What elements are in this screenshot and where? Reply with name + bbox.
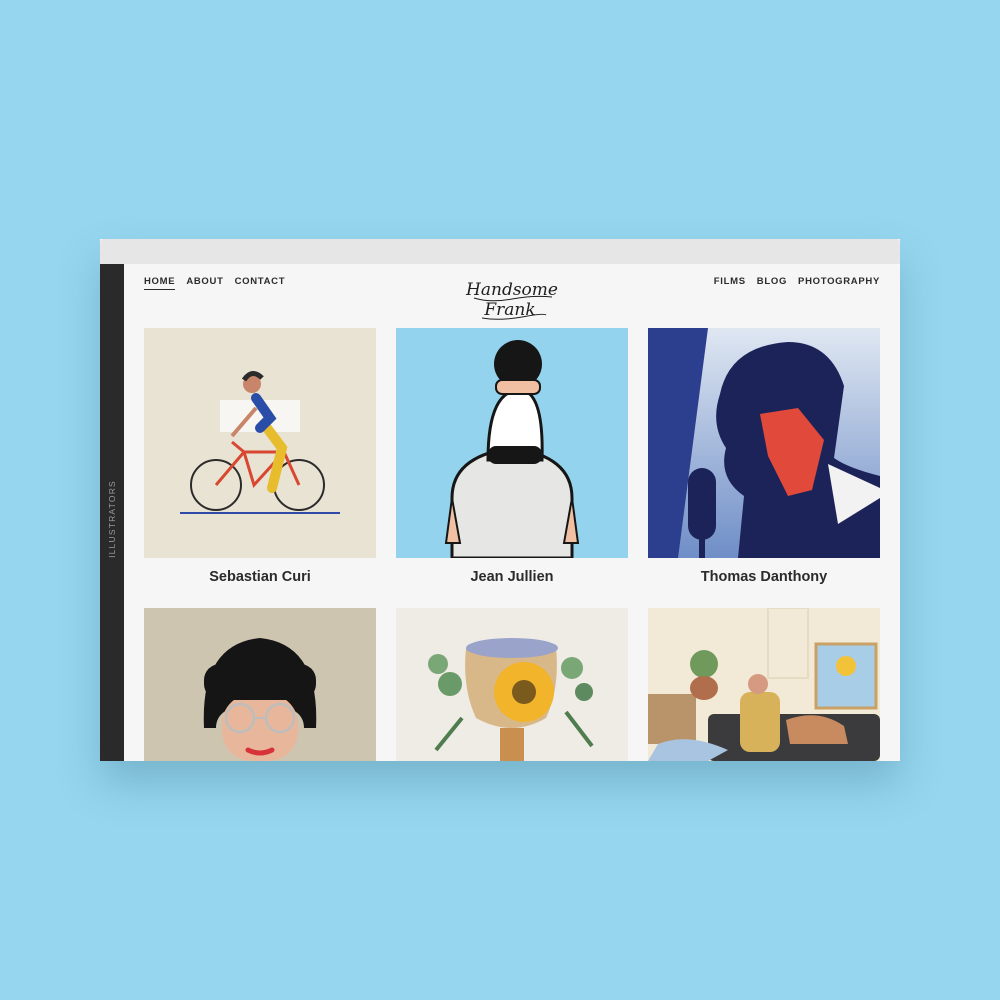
- illustrator-card-living-room[interactable]: [648, 608, 880, 761]
- illustrator-card-thomas-danthony[interactable]: [648, 328, 880, 558]
- shoulders-illustration: [396, 328, 628, 558]
- primary-nav: HOME ABOUT CONTACT: [144, 276, 285, 290]
- logo-line-1: Handsome: [465, 280, 558, 300]
- illustrator-name-thomas-danthony[interactable]: Thomas Danthony: [648, 569, 880, 585]
- nav-about-link[interactable]: ABOUT: [186, 276, 223, 290]
- illustrator-card-portrait[interactable]: [144, 608, 376, 761]
- logo-line-2: Frank: [483, 300, 535, 320]
- handsome-frank-logo[interactable]: Handsome Frank: [460, 273, 565, 323]
- living-room-illustration: [648, 608, 880, 761]
- illustrator-card-sebastian-curi[interactable]: [144, 328, 376, 558]
- nav-films-link[interactable]: FILMS: [714, 276, 746, 289]
- browser-title-bar: [100, 239, 900, 264]
- nav-photography-link[interactable]: PHOTOGRAPHY: [798, 276, 880, 289]
- nav-blog-link[interactable]: BLOG: [757, 276, 787, 289]
- floral-teacup-illustration: [396, 608, 628, 761]
- microphone-portrait-illustration: [648, 328, 880, 558]
- glasses-portrait-illustration: [144, 608, 376, 761]
- illustrator-card-jean-jullien[interactable]: [396, 328, 628, 558]
- nav-home-link[interactable]: HOME: [144, 276, 176, 290]
- illustrator-name-sebastian-curi[interactable]: Sebastian Curi: [144, 569, 376, 585]
- nav-contact-link[interactable]: CONTACT: [235, 276, 286, 290]
- browser-window: ILLUSTRATORS HOME ABOUT CONTACT Handsome…: [100, 239, 900, 761]
- cyclist-illustration: [144, 328, 376, 558]
- illustrator-name-jean-jullien[interactable]: Jean Jullien: [396, 569, 628, 585]
- secondary-nav: FILMS BLOG PHOTOGRAPHY: [714, 276, 880, 289]
- side-rail-label[interactable]: ILLUSTRATORS: [107, 480, 117, 558]
- illustrator-card-floral[interactable]: [396, 608, 628, 761]
- illustrators-side-rail[interactable]: ILLUSTRATORS: [100, 264, 124, 761]
